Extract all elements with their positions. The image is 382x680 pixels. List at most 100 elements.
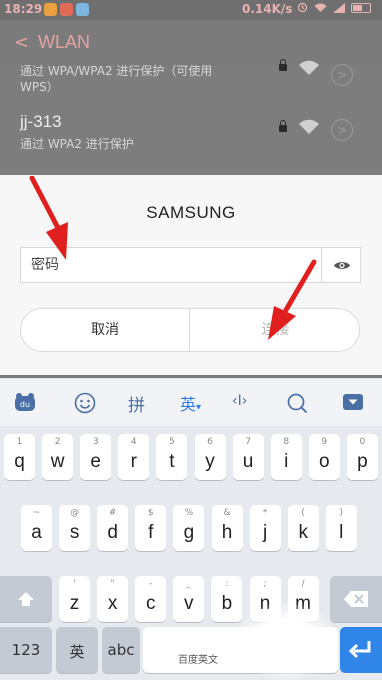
wifi-icon <box>314 3 327 12</box>
key-alt-label: 7 <box>245 437 251 447</box>
abc-label: abc <box>107 641 135 659</box>
key-alt-label: % <box>184 508 194 518</box>
back-arrow-icon[interactable]: < <box>14 32 29 53</box>
key-t[interactable]: 5t <box>156 434 188 480</box>
english-mode-button[interactable]: 英▾ <box>180 391 201 415</box>
network-detail-button[interactable]: > <box>331 119 353 141</box>
key-label: k <box>298 522 308 543</box>
key-alt-label: ~ <box>32 508 41 518</box>
number-mode-label: 123 <box>11 641 41 659</box>
key-s[interactable]: @ s <box>59 505 91 551</box>
ime-toolbar: du 拼 英▾ ‹I› <box>0 378 382 426</box>
key-h[interactable]: & h <box>211 505 243 551</box>
key-k[interactable]: (k <box>287 505 319 551</box>
key-c[interactable]: -c <box>135 576 167 622</box>
key-label: l <box>339 522 344 543</box>
key-label: h <box>221 522 233 543</box>
network-detail-button[interactable]: > <box>331 64 353 86</box>
network-name[interactable]: jj-313 <box>20 112 62 132</box>
enter-key[interactable] <box>340 627 382 673</box>
key-alt-label: _ <box>186 579 192 589</box>
key-alt-label: 1 <box>16 437 23 447</box>
cursor-move-button[interactable]: ‹I› <box>232 393 247 409</box>
language-key[interactable]: 英 <box>56 627 98 673</box>
key-e[interactable]: 3e <box>80 434 112 480</box>
backspace-key[interactable] <box>330 576 382 622</box>
english-mode-label: 英 <box>180 395 197 414</box>
page-title: WLAN <box>38 32 91 52</box>
hide-keyboard-icon[interactable] <box>342 393 364 411</box>
number-mode-key[interactable]: 123 <box>0 627 52 673</box>
shift-key[interactable] <box>0 576 52 622</box>
chevron-down-icon: ▾ <box>196 402 202 413</box>
key-label: c <box>145 593 156 614</box>
key-alt-label: ) <box>339 508 344 518</box>
key-i[interactable]: 8i <box>270 434 302 480</box>
svg-text:du: du <box>20 400 30 409</box>
alarm-icon <box>297 2 308 13</box>
search-icon[interactable] <box>286 392 308 414</box>
key-a[interactable]: ~ a <box>21 505 52 551</box>
network-speed: 0.14K/s <box>242 2 293 16</box>
key-label: r <box>130 451 137 472</box>
key-label: i <box>284 451 289 472</box>
network-security-text: 通过 WPA/WPA2 进行保护（可使用 <box>20 64 213 78</box>
key-label: j <box>262 522 268 543</box>
key-z[interactable]: ' z <box>59 576 90 622</box>
status-bar: 18:29 0.14K/s <box>0 0 382 20</box>
status-icons <box>297 2 371 13</box>
key-v[interactable]: _ v <box>173 576 205 622</box>
key-label: o <box>319 451 330 472</box>
key-alt-label: : <box>225 579 229 589</box>
key-alt-label: / <box>301 579 305 589</box>
key-alt-label: 8 <box>283 437 290 447</box>
key-alt-label: 5 <box>169 437 175 447</box>
pinyin-mode-button[interactable]: 拼 <box>128 391 145 416</box>
app-notification-icon <box>44 3 57 16</box>
wifi-signal-icon <box>299 119 319 134</box>
key-w[interactable]: 2w <box>42 434 74 480</box>
key-alt-label: & <box>223 508 231 518</box>
lock-icon <box>279 59 287 71</box>
cancel-button[interactable]: 取消 <box>21 309 190 351</box>
key-o[interactable]: 9o <box>308 434 340 480</box>
emoji-icon[interactable] <box>74 392 96 414</box>
key-alt-label: - <box>149 579 153 589</box>
key-alt-label: ; <box>263 579 267 589</box>
key-f[interactable]: $ f <box>135 505 167 551</box>
key-alt-label: " <box>110 579 115 589</box>
key-x[interactable]: " x <box>97 576 129 622</box>
enter-icon <box>348 641 371 659</box>
key-label: z <box>69 593 80 614</box>
key-u[interactable]: 7u <box>232 434 264 480</box>
key-alt-label: ( <box>301 508 305 518</box>
signal-icon <box>333 2 345 13</box>
key-label: a <box>31 522 42 543</box>
key-label: y <box>205 451 215 472</box>
key-j[interactable]: * j <box>249 505 281 551</box>
key-l[interactable]: ) l <box>325 505 357 551</box>
shift-icon <box>18 592 34 606</box>
key-label: d <box>107 522 118 543</box>
show-password-button[interactable] <box>321 247 361 283</box>
key-r[interactable]: 4r <box>118 434 150 480</box>
key-label: f <box>148 522 154 543</box>
key-label: p <box>357 451 368 472</box>
eye-icon <box>334 262 350 269</box>
key-alt-label: * <box>262 508 268 518</box>
network-security-text-cont: WPS） <box>20 80 59 94</box>
abc-key[interactable]: abc <box>102 627 140 673</box>
key-label: w <box>50 451 65 472</box>
key-label: s <box>69 522 80 543</box>
wlan-settings-page: < WLAN 通过 WPA/WPA2 进行保护（可使用 WPS） > jj-31… <box>0 20 382 175</box>
key-g[interactable]: % g <box>173 505 205 551</box>
key-y[interactable]: 6y <box>194 434 226 480</box>
key-p[interactable]: 0p <box>346 434 378 480</box>
key-alt-label: ' <box>73 579 76 589</box>
key-alt-label: 6 <box>207 437 213 447</box>
key-label: u <box>242 451 254 472</box>
key-d[interactable]: # d <box>97 505 129 551</box>
key-q[interactable]: 1q <box>4 434 35 480</box>
ime-logo-icon[interactable]: du <box>14 392 36 412</box>
key-alt-label: 9 <box>321 437 328 447</box>
